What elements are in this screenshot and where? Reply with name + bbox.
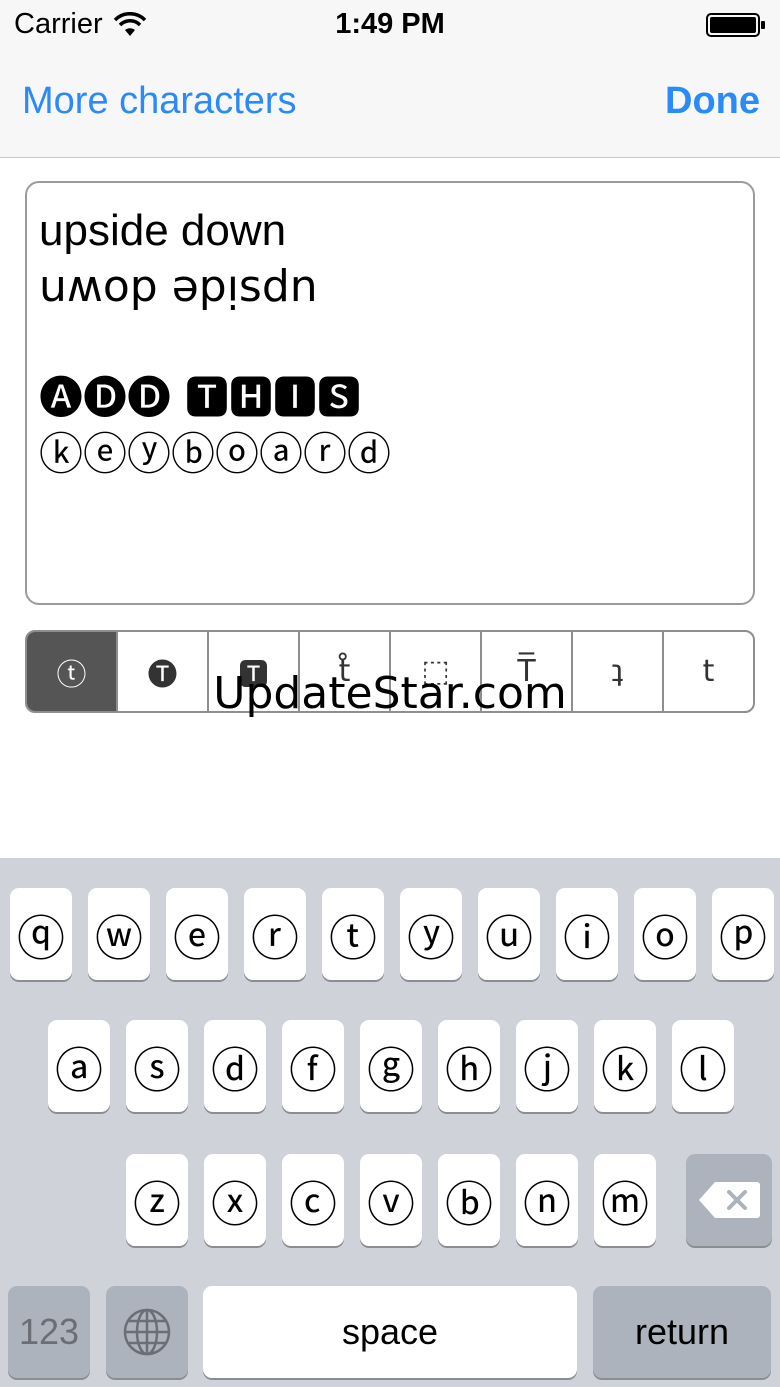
key-i[interactable]: ⓘ	[556, 888, 618, 980]
return-key[interactable]: return	[593, 1286, 771, 1378]
key-n[interactable]: ⓝ	[516, 1154, 578, 1246]
style-ring-above[interactable]: t̊	[300, 632, 391, 711]
key-m[interactable]: ⓜ	[594, 1154, 656, 1246]
style-selector: ⓣ 🅣 🆃 t̊ ⬚ T̅ ʇ t	[25, 630, 755, 713]
battery-icon	[706, 13, 765, 37]
text-line: 🅐🅓🅓 🆃🅷🅸🆂	[39, 373, 361, 424]
style-plain[interactable]: t	[664, 632, 753, 711]
backspace-key[interactable]	[686, 1154, 772, 1246]
key-y[interactable]: ⓨ	[400, 888, 462, 980]
key-l[interactable]: ⓛ	[672, 1020, 734, 1112]
numbers-key[interactable]: 123	[8, 1286, 90, 1378]
key-p[interactable]: ⓟ	[712, 888, 774, 980]
space-key[interactable]: space	[203, 1286, 577, 1378]
key-r[interactable]: ⓡ	[244, 888, 306, 980]
key-a[interactable]: ⓐ	[48, 1020, 110, 1112]
key-z[interactable]: ⓩ	[126, 1154, 188, 1246]
globe-icon	[123, 1308, 171, 1356]
key-w[interactable]: ⓦ	[88, 888, 150, 980]
key-v[interactable]: ⓥ	[360, 1154, 422, 1246]
key-t[interactable]: ⓣ	[322, 888, 384, 980]
text-line: upside down	[39, 206, 287, 255]
key-c[interactable]: ⓒ	[282, 1154, 344, 1246]
backspace-icon	[699, 1182, 760, 1218]
style-negative-circled[interactable]: 🅣	[118, 632, 209, 711]
more-characters-button[interactable]: More characters	[22, 80, 297, 123]
status-bar: Carrier 1:49 PM	[0, 0, 780, 48]
key-f[interactable]: ⓕ	[282, 1020, 344, 1112]
status-time: 1:49 PM	[335, 8, 445, 40]
key-o[interactable]: ⓞ	[634, 888, 696, 980]
keyboard: ⓠ ⓦ ⓔ ⓡ ⓣ ⓨ ⓤ ⓘ ⓞ ⓟ ⓐ ⓢ ⓓ ⓕ ⓖ ⓗ ⓙ ⓚ ⓛ ⓩ …	[0, 858, 780, 1387]
key-q[interactable]: ⓠ	[10, 888, 72, 980]
style-upside-down[interactable]: ʇ	[573, 632, 664, 711]
style-overline[interactable]: T̅	[482, 632, 573, 711]
text-line: uʍop ǝpᴉsdn	[39, 261, 318, 312]
style-circled[interactable]: ⓣ	[27, 632, 118, 711]
style-negative-squared[interactable]: 🆃	[209, 632, 300, 711]
style-dotted-box[interactable]: ⬚	[391, 632, 482, 711]
done-button[interactable]: Done	[665, 80, 760, 123]
key-s[interactable]: ⓢ	[126, 1020, 188, 1112]
key-b[interactable]: ⓑ	[438, 1154, 500, 1246]
key-x[interactable]: ⓧ	[204, 1154, 266, 1246]
key-j[interactable]: ⓙ	[516, 1020, 578, 1112]
key-u[interactable]: ⓤ	[478, 888, 540, 980]
key-h[interactable]: ⓗ	[438, 1020, 500, 1112]
text-editor[interactable]: upside down uʍop ǝpᴉsdn 🅐🅓🅓 🆃🅷🅸🆂 ⓚⓔⓨⓑⓞⓐⓡ…	[25, 181, 755, 605]
key-g[interactable]: ⓖ	[360, 1020, 422, 1112]
globe-key[interactable]	[106, 1286, 188, 1378]
key-e[interactable]: ⓔ	[166, 888, 228, 980]
text-line	[39, 315, 741, 371]
text-line: ⓚⓔⓨⓑⓞⓐⓡⓓ	[39, 429, 391, 480]
nav-bar: More characters Done	[0, 48, 780, 158]
key-d[interactable]: ⓓ	[204, 1020, 266, 1112]
key-k[interactable]: ⓚ	[594, 1020, 656, 1112]
